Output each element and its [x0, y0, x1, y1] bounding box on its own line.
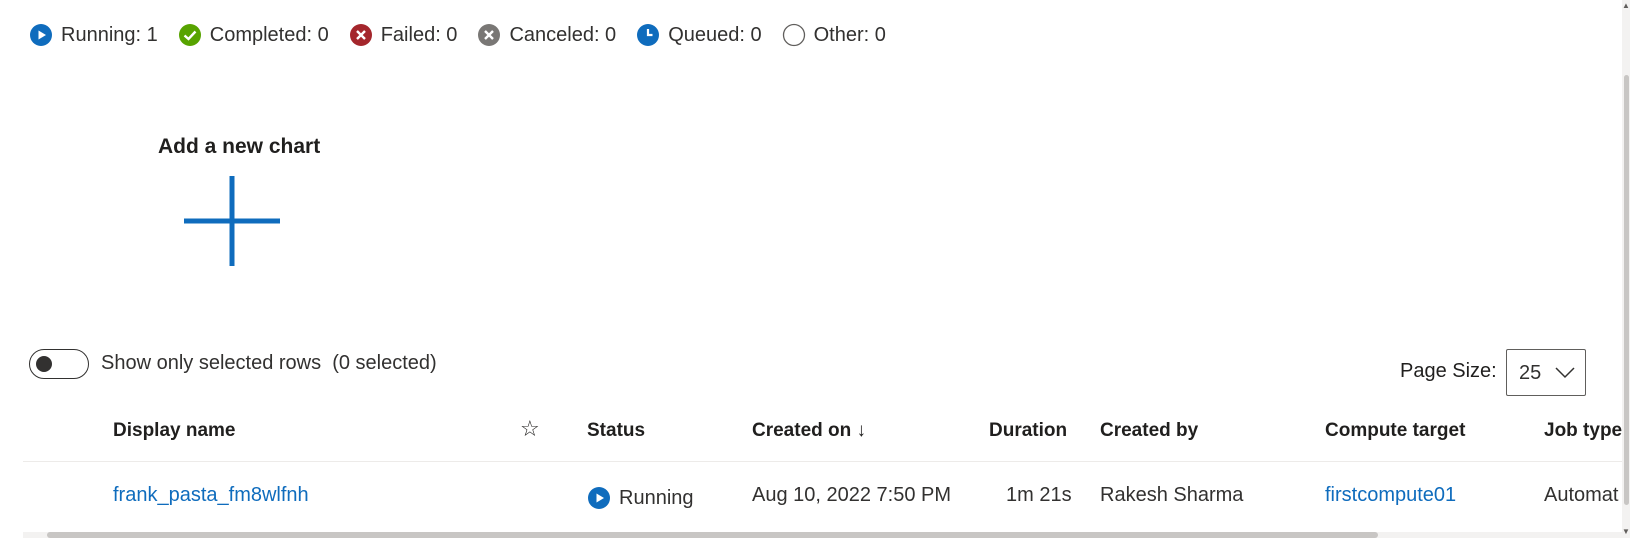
vertical-scrollbar[interactable]: ▲ ▼	[1622, 0, 1630, 538]
row-created-by: Rakesh Sharma	[1100, 484, 1244, 506]
row-created-on: Aug 10, 2022 7:50 PM	[752, 484, 952, 506]
scroll-up-icon[interactable]: ▲	[1622, 2, 1630, 10]
canceled-icon	[477, 23, 501, 47]
row-compute-target-link[interactable]: firstcompute01	[1325, 484, 1456, 507]
toggle-knob	[36, 356, 52, 372]
column-header-job-type[interactable]: Job type	[1544, 420, 1622, 442]
status-failed[interactable]: Failed: 0	[349, 23, 458, 47]
status-summary: Running: 1 Completed: 0 Failed: 0 Cancel…	[29, 22, 906, 48]
status-running[interactable]: Running: 1	[29, 23, 158, 47]
chevron-down-icon	[1555, 367, 1575, 379]
page-size-dropdown[interactable]: 25	[1506, 349, 1586, 396]
row-status-label: Running	[619, 486, 694, 509]
scroll-down-icon[interactable]: ▼	[1622, 528, 1630, 536]
column-header-created-by[interactable]: Created by	[1100, 420, 1198, 442]
status-canceled[interactable]: Canceled: 0	[477, 23, 616, 47]
vertical-scrollbar-thumb[interactable]	[1624, 75, 1629, 505]
column-header-created-on[interactable]: Created on ↓	[752, 420, 866, 442]
page-size-value: 25	[1519, 362, 1542, 384]
status-canceled-label: Canceled: 0	[509, 23, 617, 46]
horizontal-scrollbar[interactable]	[23, 532, 1623, 538]
show-selected-toggle[interactable]	[29, 349, 89, 379]
status-other[interactable]: Other: 0	[782, 23, 886, 47]
status-queued[interactable]: Queued: 0	[636, 23, 762, 47]
page-size-label: Page Size:	[1400, 360, 1497, 382]
star-icon[interactable]: ☆	[520, 416, 540, 442]
status-running-label: Running: 1	[61, 23, 158, 46]
other-icon	[782, 23, 806, 47]
running-icon	[29, 23, 53, 47]
add-chart-title: Add a new chart	[158, 135, 321, 158]
failed-icon	[349, 23, 373, 47]
row-status: Running	[587, 486, 694, 510]
status-other-label: Other: 0	[813, 23, 886, 46]
horizontal-scrollbar-thumb[interactable]	[47, 532, 1378, 538]
column-header-compute-target[interactable]: Compute target	[1325, 420, 1465, 442]
show-selected-label: Show only selected rows (0 selected)	[101, 352, 437, 374]
status-queued-label: Queued: 0	[668, 23, 762, 46]
running-icon	[587, 486, 611, 510]
row-duration: 1m 21s	[1006, 484, 1072, 506]
status-completed-label: Completed: 0	[209, 23, 329, 46]
status-failed-label: Failed: 0	[380, 23, 458, 46]
queued-icon	[636, 23, 660, 47]
plus-icon	[184, 176, 280, 266]
add-chart-button[interactable]	[184, 176, 280, 266]
column-header-status[interactable]: Status	[587, 420, 645, 442]
table-header-divider	[23, 461, 1623, 462]
column-header-display-name[interactable]: Display name	[113, 420, 236, 442]
row-display-name-link[interactable]: frank_pasta_fm8wlfnh	[113, 484, 309, 507]
completed-icon	[178, 23, 202, 47]
column-header-duration[interactable]: Duration	[989, 420, 1067, 442]
row-job-type: Automat	[1544, 484, 1619, 506]
status-completed[interactable]: Completed: 0	[178, 23, 329, 47]
